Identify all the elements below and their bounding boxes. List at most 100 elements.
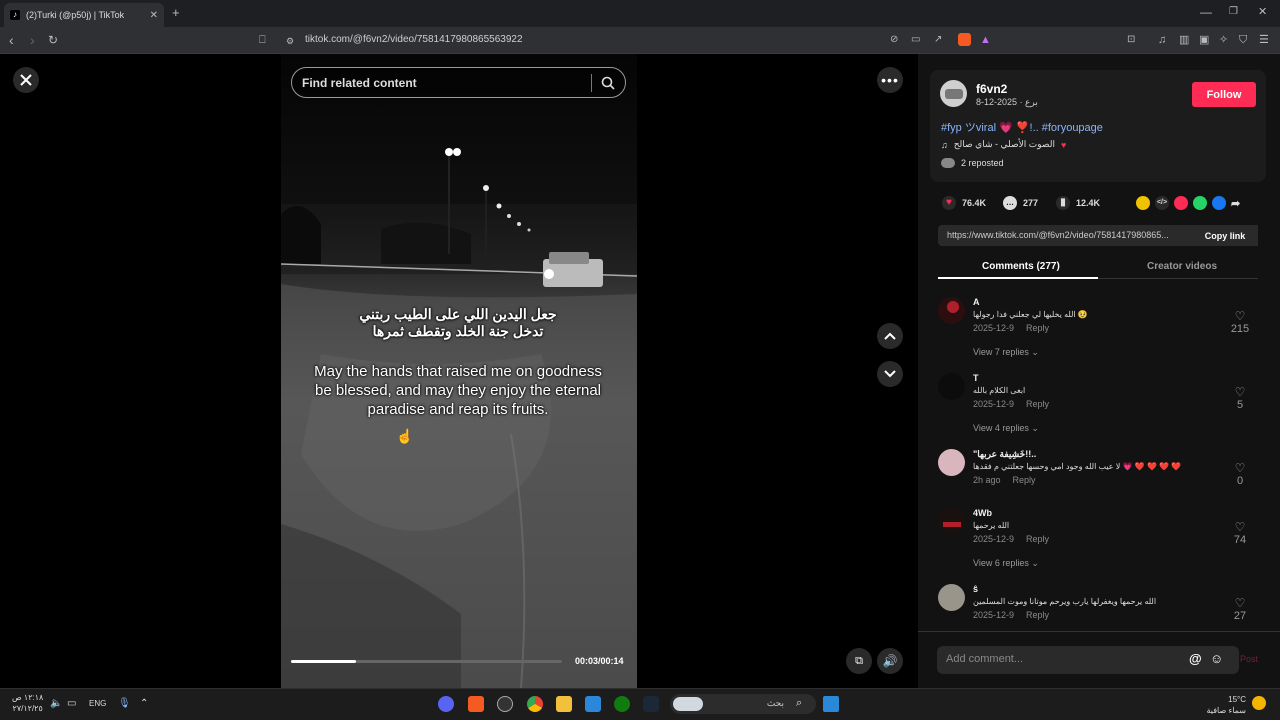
tray-chevron-icon[interactable]: ⌃	[140, 698, 148, 709]
leo-ai-icon[interactable]: ✧	[1219, 33, 1228, 47]
speaker-icon[interactable]: 🔈	[50, 698, 62, 709]
like-stat[interactable]: ♥ 76.4K	[942, 196, 986, 210]
comment-reply-button[interactable]: Reply	[1026, 534, 1049, 544]
volume-button[interactable]: 🔊	[877, 648, 903, 674]
author-avatar[interactable]	[940, 80, 967, 107]
comment-avatar[interactable]	[938, 584, 965, 611]
floating-player-button[interactable]: ⧉	[846, 648, 872, 674]
music-heart-icon: ♥	[1060, 139, 1067, 150]
comment-username[interactable]: A	[973, 297, 980, 307]
view-replies-button[interactable]: View 6 replies ⌄	[973, 558, 1039, 569]
video-description[interactable]: #fyp ツviral 💗 ❣️!.. #foryoupage	[941, 119, 1103, 135]
url-text[interactable]: tiktok.com/@f6vn2/video/7581417980865563…	[305, 34, 523, 45]
comment-heart-icon: ♡	[1234, 596, 1246, 610]
comment-reply-button[interactable]: Reply	[1026, 399, 1049, 409]
sidebar-icon[interactable]: ▥	[1179, 33, 1189, 47]
whatsapp-icon[interactable]	[1193, 196, 1207, 210]
next-video-button[interactable]	[877, 361, 903, 387]
comment-text: الله يرحمها ويغفرلها يارب ويرحم موتانا و…	[973, 597, 1157, 606]
site-info-icon[interactable]: ⚙	[286, 34, 294, 48]
video-progress-bar[interactable]	[291, 660, 562, 663]
reload-icon[interactable]: ↻	[48, 33, 58, 47]
close-window-button[interactable]: ✕	[1258, 5, 1267, 19]
comment-username[interactable]: T	[973, 373, 979, 383]
comment-username[interactable]: "خَشِيفة عربها!!..	[973, 449, 1036, 460]
comment-avatar[interactable]	[938, 508, 965, 535]
comment-text: ابغى الكلام بالله	[973, 386, 1026, 395]
taskbar-clock[interactable]: ١٢:١٨ ص ٢٧/١٢/٢٥	[12, 692, 43, 714]
comment-reply-button[interactable]: Reply	[1026, 610, 1049, 620]
file-explorer-icon[interactable]	[556, 696, 572, 712]
close-video-button[interactable]	[13, 67, 39, 93]
comment-stat[interactable]: … 277	[1003, 196, 1038, 210]
chrome-icon[interactable]	[527, 696, 543, 712]
comment-like[interactable]: ♡ 5	[1228, 385, 1252, 411]
floating-player-icon: ⧉	[855, 654, 863, 667]
share-arrow-icon[interactable]: ➦	[1231, 197, 1240, 210]
vpn-icon[interactable]: ⛉	[1239, 33, 1247, 47]
tab-close-icon[interactable]: ✕	[150, 10, 158, 21]
forward-icon[interactable]: ›	[30, 33, 35, 47]
facebook-icon[interactable]	[1212, 196, 1226, 210]
windows-start-icon[interactable]	[823, 696, 839, 712]
comment-like[interactable]: ♡ 0	[1228, 461, 1252, 487]
screenshot-icon[interactable]: ⊡	[1127, 33, 1135, 47]
tab-creator-videos[interactable]: Creator videos	[1147, 261, 1217, 272]
menu-icon[interactable]: ☰	[1259, 33, 1269, 47]
new-tab-button[interactable]: +	[172, 6, 180, 20]
copy-link-button[interactable]: Copy link	[1192, 225, 1258, 246]
comment-username[interactable]: ŝ	[973, 584, 978, 594]
reader-icon[interactable]: ⊘	[890, 33, 898, 47]
previous-video-button[interactable]	[877, 323, 903, 349]
music-icon[interactable]: ♫	[1158, 33, 1166, 47]
language-indicator[interactable]: ENG	[89, 699, 106, 708]
maximize-button[interactable]: ❐	[1229, 5, 1238, 19]
follow-button[interactable]: Follow	[1192, 82, 1256, 107]
comment-username[interactable]: 4Wb	[973, 508, 992, 518]
view-replies-button[interactable]: View 7 replies ⌄	[973, 347, 1039, 358]
comment-like[interactable]: ♡ 74	[1228, 520, 1252, 546]
comment-reply-button[interactable]: Reply	[1013, 475, 1036, 485]
discord-icon[interactable]	[438, 696, 454, 712]
steam-icon[interactable]	[643, 696, 659, 712]
find-related-search-input[interactable]: Find related content	[291, 67, 626, 98]
brave-browser-icon[interactable]	[468, 696, 484, 712]
comment-meta: 2025-12-9 Reply	[973, 610, 1061, 620]
reposted-row[interactable]: 2 reposted	[941, 158, 1004, 168]
microphone-icon[interactable]: 🎙	[118, 698, 131, 709]
cast-icon[interactable]: ▭	[911, 33, 920, 47]
author-username[interactable]: f6vn2	[976, 82, 1007, 96]
view-replies-button[interactable]: View 4 replies ⌄	[973, 423, 1039, 434]
post-button[interactable]: Post	[1240, 654, 1258, 664]
search-icon[interactable]	[601, 76, 615, 90]
comment-avatar[interactable]	[938, 373, 965, 400]
embed-icon[interactable]: </>	[1155, 196, 1169, 210]
send-to-friends-icon[interactable]	[1174, 196, 1188, 210]
minimize-button[interactable]: —	[1200, 5, 1212, 19]
network-icon[interactable]: ▭	[67, 698, 76, 709]
comment-reply-button[interactable]: Reply	[1026, 323, 1049, 333]
tab-comments[interactable]: Comments (277)	[982, 261, 1060, 272]
save-stat[interactable]: ▮ 12.4K	[1056, 196, 1100, 210]
brave-shield-icon[interactable]	[958, 33, 971, 46]
bookmark-icon[interactable]: ⎕	[259, 33, 266, 47]
back-icon[interactable]: ‹	[9, 33, 14, 47]
coin-share-icon[interactable]	[1136, 196, 1150, 210]
comment-like[interactable]: ♡ 27	[1228, 596, 1252, 622]
wallet-icon[interactable]: ▣	[1199, 33, 1209, 47]
emoji-icon[interactable]: ☺	[1210, 651, 1223, 666]
mention-button[interactable]: @	[1189, 651, 1202, 666]
obs-icon[interactable]	[497, 696, 513, 712]
more-options-button[interactable]: •••	[877, 67, 903, 93]
brave-rewards-icon[interactable]: ▲	[980, 33, 991, 47]
music-row[interactable]: ♫ الصوت الأصلي - شاي صالح ♥	[941, 139, 1066, 150]
microsoft-store-icon[interactable]	[585, 696, 601, 712]
comment-like[interactable]: ♡ 215	[1228, 309, 1252, 335]
share-page-icon[interactable]: ↗	[934, 33, 942, 47]
comment-avatar[interactable]	[938, 297, 965, 324]
weather-widget[interactable]: 15°C سماء صافية	[1206, 694, 1246, 716]
arabic-caption-line2: تدخل جنة الخلد وتقطف ثمرها	[372, 323, 544, 339]
comment-avatar[interactable]	[938, 449, 965, 476]
xbox-icon[interactable]	[614, 696, 630, 712]
browser-tab[interactable]: ♪ (2)Turki (@p50j) | TikTok ✕	[4, 3, 164, 27]
